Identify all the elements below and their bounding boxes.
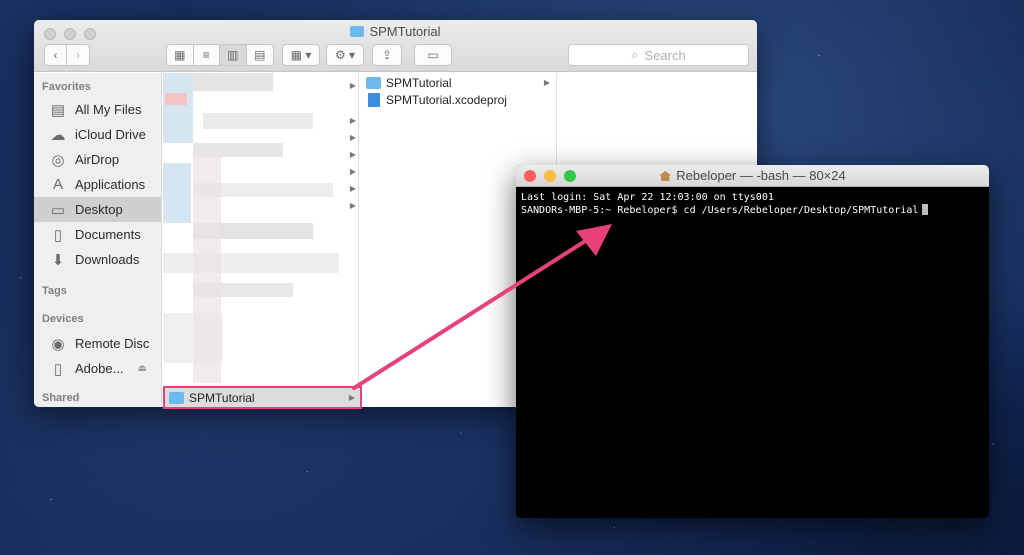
chevron-right-icon: ▶ [349, 150, 356, 159]
pixelated-content [193, 153, 221, 383]
sidebar-item-downloads[interactable]: ⬇ Downloads [34, 247, 161, 272]
column-view-icon[interactable]: ▥ [220, 45, 247, 65]
list-item[interactable]: SPMTutorial ▶ [360, 74, 556, 91]
airdrop-icon: ◎ [51, 151, 65, 169]
sidebar-item-remote-disc[interactable]: ◉ Remote Disc [34, 331, 161, 356]
pixelated-content [163, 73, 193, 143]
eject-icon[interactable]: ⏏ [138, 363, 147, 374]
sidebar-item-icloud-drive[interactable]: ☁ iCloud Drive [34, 122, 161, 147]
minimize-button[interactable] [544, 170, 556, 182]
terminal-titlebar: Rebeloper — -bash — 80×24 [516, 165, 989, 187]
list-view-icon[interactable]: ≡ [194, 45, 220, 65]
favorites-header: Favorites [42, 81, 91, 93]
chevron-right-icon: ▶ [543, 78, 550, 87]
shared-header: Shared [42, 392, 80, 404]
pixelated-content [165, 93, 187, 105]
downloads-icon: ⬇ [51, 251, 65, 269]
cloud-icon: ☁ [50, 126, 66, 144]
icon-view-icon[interactable]: ▦ [167, 45, 194, 65]
chevron-right-icon: ▶ [349, 201, 356, 210]
action-button[interactable]: ⚙ ▾ [326, 44, 364, 66]
chevron-right-icon: ▶ [349, 116, 356, 125]
finder-toolbar: SPMTutorial ‹ › ▦ ≡ ▥ ▤ ▦ ▾ ⚙ ▾ ⇪ ▭ ⌕ Se… [34, 20, 757, 72]
finder-sidebar: Favorites ▤ All My Files ☁ iCloud Drive … [34, 73, 162, 407]
sidebar-item-airdrop[interactable]: ◎ AirDrop [34, 147, 161, 172]
tags-header: Tags [42, 285, 67, 297]
view-mode-buttons: ▦ ≡ ▥ ▤ [166, 44, 274, 66]
devices-header: Devices [42, 313, 84, 325]
sidebar-item-documents[interactable]: ▯ Documents [34, 222, 161, 247]
drive-icon: ▯ [53, 360, 63, 378]
terminal-output[interactable]: Last login: Sat Apr 22 12:03:00 on ttys0… [516, 187, 989, 221]
search-field[interactable]: ⌕ Search [568, 44, 749, 66]
list-item[interactable]: SPMTutorial.xcodeproj [360, 91, 556, 108]
all-files-icon: ▤ [50, 101, 66, 119]
gear-icon: ⚙ ▾ [334, 48, 356, 62]
chevron-right-icon: ▶ [349, 167, 356, 176]
highlight-box [163, 386, 362, 409]
pixelated-content [163, 253, 339, 273]
sidebar-item-desktop[interactable]: ▭ Desktop [34, 197, 161, 222]
terminal-window-controls [524, 170, 576, 182]
back-button[interactable]: ‹ [45, 45, 68, 65]
chevron-right-icon: ▶ [349, 184, 356, 193]
xcodeproj-icon [368, 92, 380, 107]
pixelated-content [193, 73, 273, 91]
back-forward-buttons: ‹ › [44, 44, 90, 66]
terminal-line: Last login: Sat Apr 22 12:03:00 on ttys0… [521, 192, 774, 203]
pixelated-content [163, 163, 191, 223]
home-icon [659, 171, 672, 181]
documents-icon: ▯ [53, 226, 63, 244]
finder-column-1: ▶ ▶ ▶ ▶ ▶ ▶ ▶ [163, 73, 359, 407]
folder-icon [366, 76, 381, 89]
chevron-right-icon: ▶ [349, 81, 356, 90]
forward-button[interactable]: › [67, 45, 89, 65]
cover-flow-icon[interactable]: ▤ [247, 45, 273, 65]
close-button[interactable] [524, 170, 536, 182]
tags-button[interactable]: ▭ [414, 44, 452, 66]
sidebar-item-applications[interactable]: A Applications [34, 172, 161, 197]
share-button[interactable]: ⇪ [372, 44, 402, 66]
pixelated-content [203, 113, 313, 129]
terminal-title: Rebeloper — -bash — 80×24 [676, 168, 846, 183]
applications-icon: A [52, 176, 63, 193]
terminal-window: Rebeloper — -bash — 80×24 Last login: Sa… [516, 165, 989, 518]
desktop-icon: ▭ [50, 201, 66, 219]
arrange-button[interactable]: ▦ ▾ [282, 44, 320, 66]
zoom-button[interactable] [564, 170, 576, 182]
cursor [922, 204, 929, 215]
arrange-icon: ▦ ▾ [290, 48, 312, 62]
search-icon: ⌕ [631, 47, 639, 62]
tag-icon: ▭ [427, 48, 439, 62]
disc-icon: ◉ [51, 335, 65, 353]
chevron-right-icon: ▶ [349, 133, 356, 142]
terminal-line: SANDORs-MBP-5:~ Rebeloper$ cd /Users/Reb… [521, 204, 984, 217]
finder-title: SPMTutorial [34, 24, 757, 39]
sidebar-item-all-my-files[interactable]: ▤ All My Files [34, 97, 161, 122]
folder-icon [350, 26, 365, 37]
sidebar-item-adobe[interactable]: ▯ Adobe... ⏏ [34, 356, 161, 381]
share-icon: ⇪ [381, 48, 393, 62]
